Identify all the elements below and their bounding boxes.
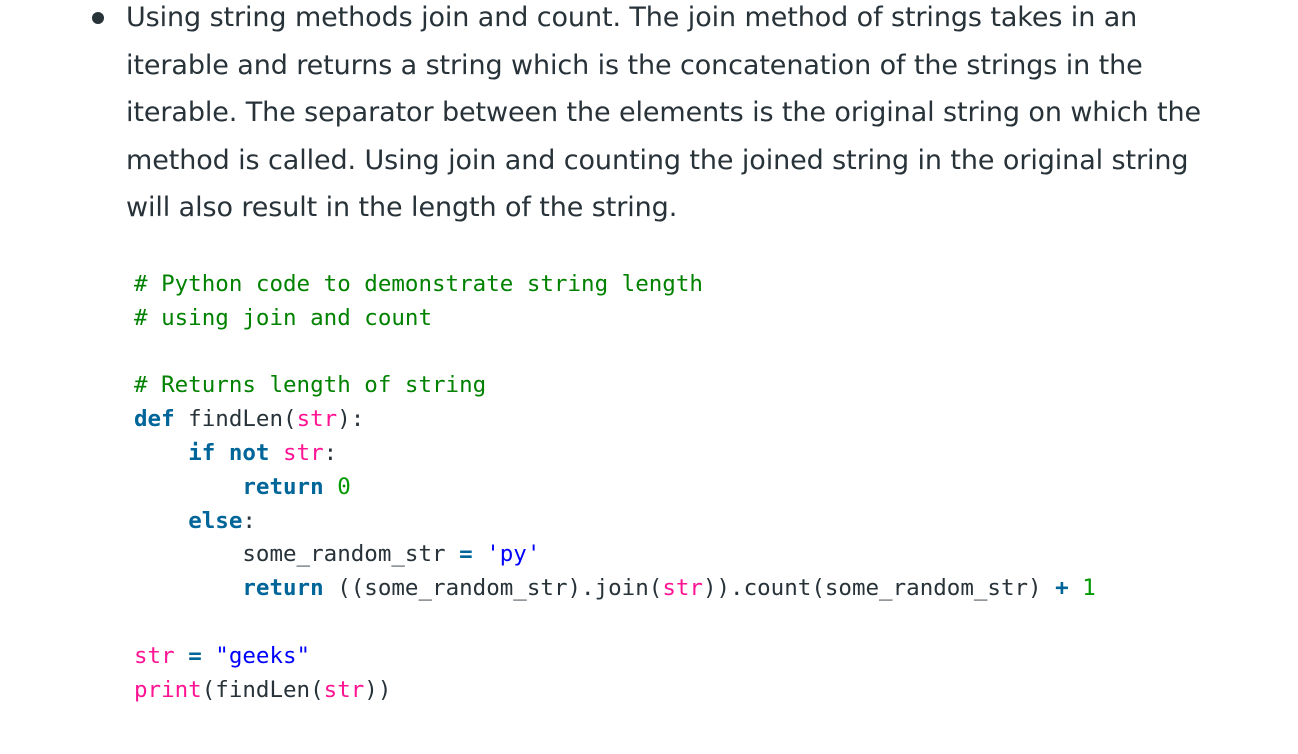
code-token-keyword: return xyxy=(242,575,324,602)
code-token-builtin: str xyxy=(283,439,324,466)
code-token-builtin: str xyxy=(662,575,703,602)
code-token-builtin: str xyxy=(323,676,365,703)
code-token-plain: )) xyxy=(364,676,392,703)
code-line: some_random_str = 'py' xyxy=(134,538,1096,572)
code-line: if not str: xyxy=(134,437,1096,471)
code-token-string: 'py' xyxy=(486,541,541,568)
code-block: # Python code to demonstrate string leng… xyxy=(134,268,1096,707)
code-token-plain: )).count(some_random_str) xyxy=(702,575,1056,602)
code-line: # Returns length of string xyxy=(134,369,1096,403)
code-token-string: "geeks" xyxy=(215,642,311,669)
code-token-plain: : xyxy=(242,507,256,534)
code-token-keyword: return xyxy=(242,473,324,500)
code-token-keyword: not xyxy=(228,439,270,466)
code-token-comment: # Returns length of string xyxy=(134,372,487,399)
code-line: print(findLen(str)) xyxy=(134,674,1096,708)
code-line: return ((some_random_str).join(str)).cou… xyxy=(134,572,1096,606)
code-token-builtin: str xyxy=(296,406,338,433)
code-token-builtin: print xyxy=(134,676,202,703)
code-token-op: + xyxy=(1055,575,1069,602)
code-token-comment: # Python code to demonstrate string leng… xyxy=(134,271,703,297)
code-token-op: = xyxy=(459,541,473,568)
code-token-builtin: str xyxy=(134,642,175,669)
code-token-keyword: def xyxy=(134,406,175,433)
bullet-dot-icon xyxy=(92,12,104,24)
code-token-keyword: if xyxy=(188,439,216,466)
code-line: return 0 xyxy=(134,471,1096,505)
code-token-number: 1 xyxy=(1082,575,1096,602)
code-token-plain: : xyxy=(323,439,338,466)
code-token-keyword: else xyxy=(188,507,243,534)
code-token-op: = xyxy=(188,642,202,669)
code-token-plain: some_random_str xyxy=(134,541,460,568)
code-line: def findLen(str): xyxy=(134,403,1096,437)
code-token-plain: findLen( xyxy=(174,406,297,433)
code-token-comment: # using join and count xyxy=(134,304,433,331)
code-line: # using join and count xyxy=(134,302,1096,336)
code-token-plain: ((some_random_str).join( xyxy=(323,575,663,602)
article-body: Using string methods join and count. The… xyxy=(0,0,1298,754)
code-token-plain: ): xyxy=(337,406,365,433)
code-token-plain: (findLen( xyxy=(201,676,324,703)
bullet-paragraph: Using string methods join and count. The… xyxy=(126,2,1201,223)
code-line: else: xyxy=(134,505,1096,539)
code-line: # Python code to demonstrate string leng… xyxy=(134,268,1096,302)
code-line: str = "geeks" xyxy=(134,640,1096,674)
code-token-number: 0 xyxy=(337,473,351,500)
